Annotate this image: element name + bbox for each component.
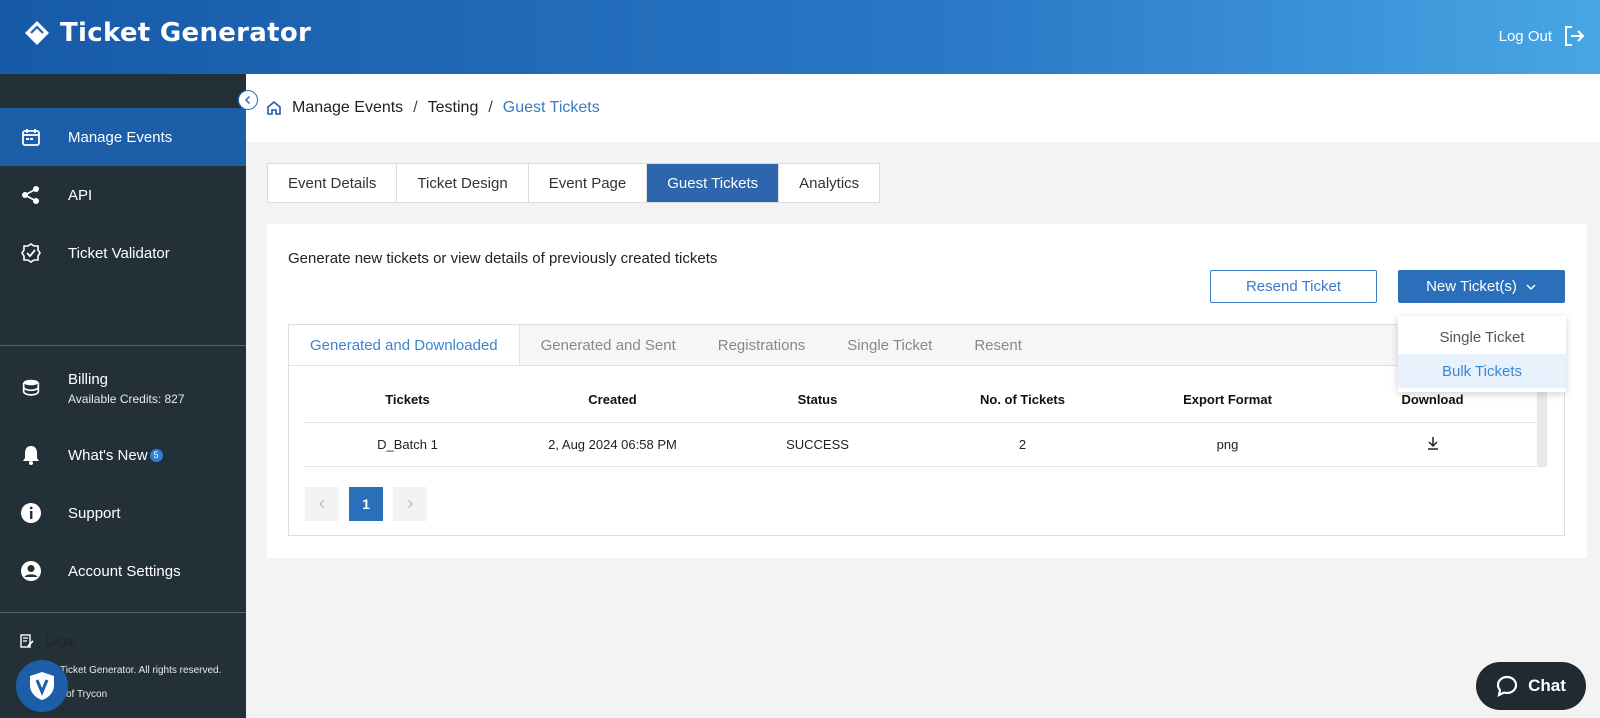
sidebar-item-label: API [68,186,93,204]
chevron-down-icon [1526,283,1536,290]
ticket-subtabs: Generated and Downloaded Generated and S… [289,325,1564,366]
document-edit-icon [20,634,34,648]
security-shield-button[interactable] [16,660,68,712]
shield-icon [30,672,54,700]
badge-check-icon [20,242,42,264]
breadcrumb-testing[interactable]: Testing [428,99,479,117]
breadcrumb-guest-tickets: Guest Tickets [502,99,600,116]
new-tickets-dropdown: Single Ticket Bulk Tickets [1398,316,1566,392]
logout-button[interactable]: Log Out [1499,24,1586,48]
brand[interactable]: Ticket Generator [22,18,311,48]
breadcrumb-separator: / [488,99,493,116]
breadcrumb-separator: / [413,99,418,116]
table-header: Tickets Created Status No. of Tickets Ex… [305,377,1537,423]
calendar-icon [20,126,42,148]
column-header: Export Format [1183,392,1272,407]
chevron-right-icon [408,500,413,508]
legal-link[interactable]: Legal [20,634,75,648]
sidebar-item-account-settings[interactable]: Account Settings [0,542,246,600]
sidebar-item-ticket-validator[interactable]: Ticket Validator [0,224,246,282]
whats-new-badge: 5 [149,449,163,463]
sidebar-collapse-button[interactable] [238,90,258,110]
chevron-left-icon [319,500,324,508]
sidebar-item-whats-new[interactable]: What's New 5 [0,426,246,484]
share-nodes-icon [20,184,42,206]
column-header: No. of Tickets [979,392,1065,407]
sidebar-item-api[interactable]: API [0,166,246,224]
sidebar-item-manage-events[interactable]: Manage Events [0,108,246,166]
whats-new-label: What's New [68,446,148,464]
column-header: Status [797,392,838,407]
tab-event-page[interactable]: Event Page [529,164,648,202]
cell-download [1330,435,1535,454]
cell-format: png [1216,437,1239,452]
cell-created: 2, Aug 2024 06:58 PM [548,437,677,452]
subtab-single-ticket[interactable]: Single Ticket [826,325,953,365]
tab-ticket-design[interactable]: Ticket Design [397,164,529,202]
chevron-left-icon [244,95,251,105]
legal-label: Legal [46,634,76,648]
sidebar-item-label: Ticket Validator [68,244,170,262]
bell-icon [20,444,42,466]
sidebar: Manage Events API Ticket Validator Billi… [0,74,246,718]
subtab-resent[interactable]: Resent [953,325,1043,365]
tab-event-details[interactable]: Event Details [268,164,398,202]
resend-ticket-button[interactable]: Resend Ticket [1210,270,1377,303]
chat-button[interactable]: Chat [1476,662,1586,710]
user-circle-icon [20,560,42,582]
pagination-page[interactable]: 1 [349,487,383,521]
cell-count: 2 [1018,437,1027,452]
sidebar-item-label: Manage Events [68,128,173,146]
sidebar-item-support[interactable]: Support [0,484,246,542]
new-tickets-label: New Ticket(s) [1426,278,1517,295]
sidebar-item-billing[interactable]: Billing Available Credits: 827 [0,356,246,420]
cell-status: SUCCESS [786,437,849,452]
pagination-next[interactable] [393,487,427,521]
column-header: Created [588,392,637,407]
new-tickets-button[interactable]: New Ticket(s) [1398,270,1565,303]
logout-label: Log Out [1498,27,1552,45]
breadcrumb: Manage Events / Testing / Guest Tickets [246,74,1600,142]
brand-name: Ticket Generator [60,18,312,48]
copyright-text: Ticket Generator. All rights reserved. [60,665,222,676]
chat-bubble-icon [1497,675,1518,697]
info-icon [20,502,42,524]
support-label: Support [68,504,121,522]
company-text: of Trycon [66,689,108,700]
available-credits: Available Credits: 827 [68,391,185,406]
subtab-generated-downloaded[interactable]: Generated and Downloaded [289,325,520,365]
column-header: Tickets [385,392,430,407]
table-row: D_Batch 1 2, Aug 2024 06:58 PM SUCCESS 2… [305,423,1537,467]
chat-label: Chat [1528,676,1566,695]
subtab-registrations[interactable]: Registrations [697,325,827,365]
cell-tickets: D_Batch 1 [377,437,438,452]
tickets-panel: Generated and Downloaded Generated and S… [288,324,1565,536]
billing-label: Billing [68,370,109,388]
subtab-generated-sent[interactable]: Generated and Sent [520,325,697,365]
card-description: Generate new tickets or view details of … [288,250,718,267]
sidebar-divider [0,345,246,346]
pagination-prev[interactable] [305,487,339,521]
ticket-logo-icon [25,21,49,45]
breadcrumb-manage-events[interactable]: Manage Events [292,99,403,117]
event-tabs: Event Details Ticket Design Event Page G… [267,163,881,203]
download-icon[interactable] [1425,435,1441,451]
home-icon[interactable] [266,100,282,116]
account-settings-label: Account Settings [68,562,181,580]
pagination: 1 [305,487,427,521]
column-header: Download [1401,392,1464,407]
guest-tickets-card: Generate new tickets or view details of … [267,224,1587,558]
sidebar-divider [0,612,246,613]
tab-guest-tickets[interactable]: Guest Tickets [647,164,780,202]
tickets-table: Tickets Created Status No. of Tickets Ex… [305,377,1537,467]
top-bar: Ticket Generator Log Out [0,0,1600,74]
coins-icon [20,377,42,399]
logout-icon [1565,26,1585,46]
menu-item-bulk-tickets[interactable]: Bulk Tickets [1398,354,1566,388]
menu-item-single-ticket[interactable]: Single Ticket [1398,320,1566,354]
tab-analytics[interactable]: Analytics [779,164,879,202]
